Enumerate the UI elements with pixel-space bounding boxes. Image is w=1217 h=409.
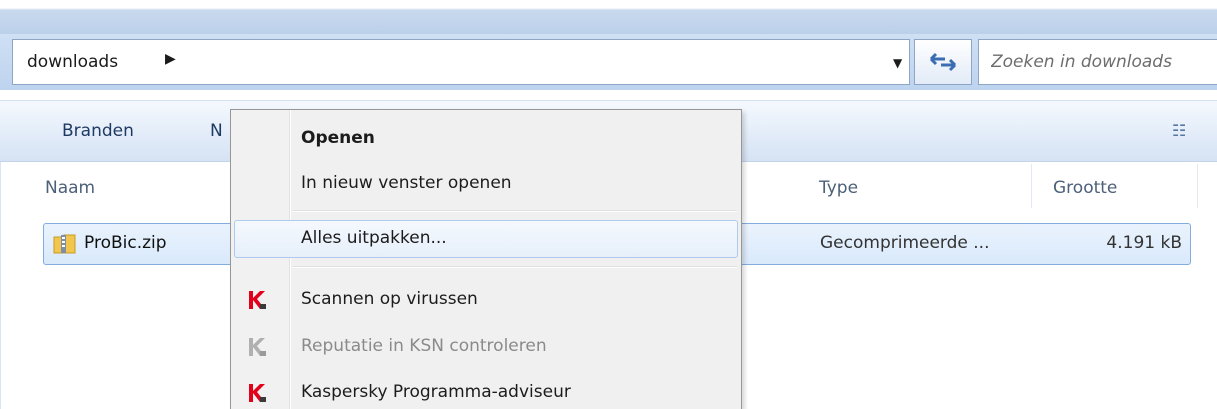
address-history-dropdown-icon[interactable]: ▼ bbox=[893, 56, 902, 70]
kaspersky-k-icon bbox=[249, 384, 266, 402]
menu-separator bbox=[293, 210, 737, 212]
column-header-name[interactable]: Naam bbox=[45, 178, 95, 198]
new-folder-button[interactable]: N bbox=[210, 121, 223, 141]
menu-item-open-label: Openen bbox=[301, 128, 375, 148]
zip-folder-icon bbox=[53, 234, 76, 254]
menu-item-open-new-window[interactable]: In nieuw venster openen bbox=[234, 165, 738, 203]
column-separator[interactable] bbox=[1197, 164, 1198, 208]
search-input[interactable]: Zoeken in downloads bbox=[978, 39, 1217, 85]
file-size: 4.191 kB bbox=[1106, 233, 1182, 253]
menu-item-kaspersky-advisor[interactable]: Kaspersky Programma-adviseur bbox=[234, 374, 738, 409]
burn-button[interactable]: Branden bbox=[62, 121, 134, 141]
address-bar[interactable]: downloads ▶ ▼ bbox=[12, 39, 910, 85]
column-header-type[interactable]: Type bbox=[819, 178, 858, 198]
menu-item-open-new-window-label: In nieuw venster openen bbox=[301, 173, 512, 193]
kaspersky-k-icon bbox=[249, 291, 266, 309]
menu-item-kaspersky-advisor-label: Kaspersky Programma-adviseur bbox=[301, 382, 571, 402]
refresh-button[interactable] bbox=[914, 39, 972, 85]
column-header-size[interactable]: Grootte bbox=[1053, 178, 1117, 198]
address-row: downloads ▶ ▼ Zoeken in downloads bbox=[0, 34, 1217, 90]
menu-item-open[interactable]: Openen bbox=[234, 120, 738, 158]
menu-item-extract-all-label: Alles uitpakken... bbox=[301, 228, 447, 248]
file-name: ProBic.zip bbox=[84, 233, 167, 253]
menu-item-scan-viruses[interactable]: Scannen op virussen bbox=[234, 281, 738, 319]
menu-separator bbox=[293, 266, 737, 268]
breadcrumb-chevron-icon[interactable]: ▶ bbox=[165, 51, 176, 67]
breadcrumb-downloads[interactable]: downloads bbox=[27, 52, 118, 72]
window-frame-top bbox=[0, 0, 1217, 34]
menu-item-scan-viruses-label: Scannen op virussen bbox=[301, 289, 478, 309]
search-placeholder: Zoeken in downloads bbox=[991, 52, 1172, 72]
view-options-icon[interactable]: ☷ bbox=[1172, 121, 1186, 140]
column-separator[interactable] bbox=[1031, 164, 1032, 208]
menu-item-ksn-reputation-label: Reputatie in KSN controleren bbox=[301, 336, 547, 356]
refresh-arrows-icon bbox=[929, 52, 957, 72]
file-type: Gecomprimeerde ... bbox=[820, 233, 990, 253]
kaspersky-k-icon bbox=[249, 338, 266, 356]
menu-item-ksn-reputation[interactable]: Reputatie in KSN controleren bbox=[234, 328, 738, 366]
menu-item-extract-all[interactable]: Alles uitpakken... bbox=[234, 220, 738, 258]
context-menu: Openen In nieuw venster openen Alles uit… bbox=[230, 109, 742, 409]
